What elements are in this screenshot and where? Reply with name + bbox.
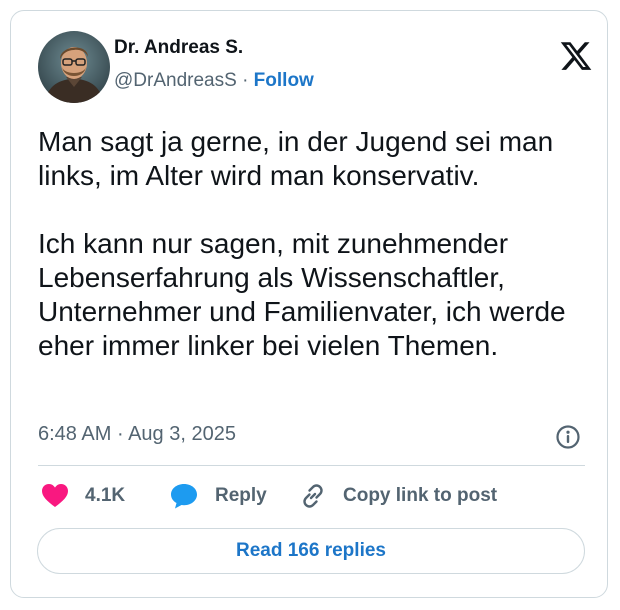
info-icon[interactable] (555, 424, 581, 450)
tweet-time: 6:48 AM (38, 423, 112, 445)
speech-bubble-icon (169, 482, 199, 510)
reply-label: Reply (215, 485, 267, 506)
divider (38, 465, 585, 466)
follow-button[interactable]: Follow (254, 70, 314, 91)
like-count: 4.1K (85, 485, 126, 506)
avatar[interactable] (38, 31, 110, 103)
tweet-card: Dr. Andreas S. @DrAndreasS · Follow Man … (10, 10, 608, 598)
read-replies-button[interactable]: Read 166 replies (37, 528, 585, 574)
like-button[interactable]: 4.1K (41, 481, 125, 511)
copy-link-button[interactable]: Copy link to post (299, 481, 497, 511)
handle-separator: · (242, 70, 249, 91)
link-icon (299, 482, 327, 510)
x-logo-icon[interactable] (559, 39, 593, 73)
copy-link-label: Copy link to post (343, 485, 498, 506)
tweet-text: Man sagt ja gerne, in der Jugend sei man… (38, 126, 566, 361)
tweet-timestamp[interactable]: 6:48 AM · Aug 3, 2025 (38, 423, 236, 446)
date-separator: · (116, 423, 124, 445)
reply-button[interactable]: Reply (169, 481, 267, 511)
heart-icon (41, 483, 69, 509)
tweet-date: Aug 3, 2025 (128, 423, 236, 445)
author-name[interactable]: Dr. Andreas S. (114, 37, 243, 59)
author-handle-row: @DrAndreasS · Follow (114, 70, 314, 92)
author-handle[interactable]: @DrAndreasS (114, 70, 237, 91)
